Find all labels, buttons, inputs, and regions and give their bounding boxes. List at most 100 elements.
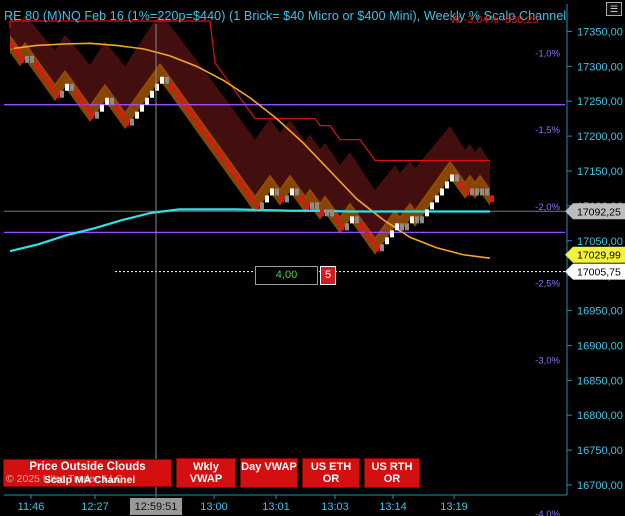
renko-brick (245, 188, 249, 196)
us-rth-or-button[interactable]: US RTH OR (364, 458, 420, 488)
renko-brick (105, 97, 109, 105)
renko-brick (85, 104, 89, 112)
price-tick-label: 17350,00 (577, 26, 623, 38)
renko-brick (395, 223, 399, 231)
renko-brick (405, 223, 409, 231)
renko-brick (235, 174, 239, 182)
time-tick-label: 13:00 (200, 501, 228, 513)
renko-brick (115, 104, 119, 112)
time-tick-label: 11:46 (18, 501, 45, 513)
renko-brick (60, 90, 64, 98)
renko-brick (200, 125, 204, 133)
percent-label: -1,5% (535, 125, 560, 136)
renko-brick (210, 139, 214, 147)
time-tick-label: 13:01 (262, 501, 290, 513)
renko-brick (160, 76, 164, 84)
renko-brick (465, 188, 469, 196)
renko-brick (120, 111, 124, 119)
renko-brick (360, 223, 364, 231)
renko-brick (215, 146, 219, 154)
price-tick-label: 17300,00 (577, 61, 623, 73)
renko-brick (425, 209, 429, 217)
wkly-vwap-label: Wkly VWAP (189, 461, 223, 485)
renko-brick (420, 216, 424, 224)
renko-brick (285, 195, 289, 203)
renko-brick (70, 83, 74, 91)
renko-brick (170, 83, 174, 91)
time-tick-label: 13:03 (321, 501, 349, 513)
renko-brick (185, 104, 189, 112)
renko-brick (130, 118, 134, 126)
hamburger-icon[interactable]: ☰ (606, 2, 622, 16)
renko-brick (145, 97, 149, 105)
renko-brick (485, 188, 489, 196)
renko-brick (100, 104, 104, 112)
price-tick-label: 16950,00 (577, 306, 623, 318)
renko-brick (150, 90, 154, 98)
renko-brick (310, 202, 314, 210)
renko-brick (165, 76, 169, 84)
price-outside-clouds-label: Price Outside Clouds (29, 461, 146, 473)
renko-brick (355, 216, 359, 224)
time-tick-label: 13:14 (379, 501, 407, 513)
renko-brick (430, 202, 434, 210)
renko-brick (195, 118, 199, 126)
renko-brick (470, 188, 474, 196)
renko-brick (455, 174, 459, 182)
price-marker-label: 17092,25 (577, 206, 621, 218)
renko-brick (40, 69, 44, 77)
renko-brick (90, 111, 94, 119)
renko-brick (180, 97, 184, 105)
renko-brick (30, 55, 34, 63)
price-tick-label: 16700,00 (577, 480, 623, 492)
renko-brick (10, 41, 14, 49)
brick-count-box: 5 (320, 266, 336, 285)
day-vwap-label: Day VWAP (241, 461, 297, 473)
price-tick-label: 16800,00 (577, 410, 623, 422)
day-vwap-button[interactable]: Day VWAP (240, 458, 298, 488)
percent-label: -2,0% (535, 202, 560, 213)
renko-brick (365, 230, 369, 238)
renko-brick (75, 90, 79, 98)
title-red-overlay: W -3,04% -530,25 (450, 14, 539, 26)
renko-brick (350, 216, 354, 224)
renko-brick (340, 223, 344, 231)
chart-canvas[interactable]: 17350,00 17300,00 17250,00 17200,00 17150,00… (0, 0, 625, 516)
renko-brick (345, 223, 349, 231)
renko-brick (15, 48, 19, 56)
renko-brick (450, 174, 454, 182)
renko-brick (225, 160, 229, 168)
renko-brick (175, 90, 179, 98)
renko-brick (480, 188, 484, 196)
us-eth-or-button[interactable]: US ETH OR (302, 458, 360, 488)
time-tick-label: 12:59:51 (135, 501, 178, 513)
price-tick-label: 17250,00 (577, 96, 623, 108)
renko-brick (380, 244, 384, 252)
renko-brick (445, 181, 449, 189)
chart-window: 17350,00 17300,00 17250,00 17200,00 17150,00… (0, 0, 625, 516)
us-rth-or-label: US RTH OR (371, 461, 413, 485)
renko-brick (45, 76, 49, 84)
renko-brick (260, 202, 264, 210)
renko-brick (460, 181, 464, 189)
renko-brick (475, 188, 479, 196)
renko-brick (205, 132, 209, 140)
renko-brick (280, 195, 284, 203)
renko-brick (240, 181, 244, 189)
renko-brick (250, 195, 254, 203)
renko-brick (440, 188, 444, 196)
percent-label: -3,0% (535, 355, 560, 366)
renko-brick (95, 111, 99, 119)
renko-brick (265, 195, 269, 203)
renko-brick (20, 55, 24, 63)
wkly-vwap-button[interactable]: Wkly VWAP (176, 458, 236, 488)
renko-brick (410, 216, 414, 224)
percent-label: -2,5% (535, 279, 560, 290)
price-tick-label: 16750,00 (577, 445, 623, 457)
price-tick-label: 17200,00 (577, 131, 623, 143)
renko-brick (335, 216, 339, 224)
renko-brick (315, 202, 319, 210)
renko-brick (140, 104, 144, 112)
renko-brick (435, 195, 439, 203)
percent-label: -1,0% (535, 48, 560, 59)
